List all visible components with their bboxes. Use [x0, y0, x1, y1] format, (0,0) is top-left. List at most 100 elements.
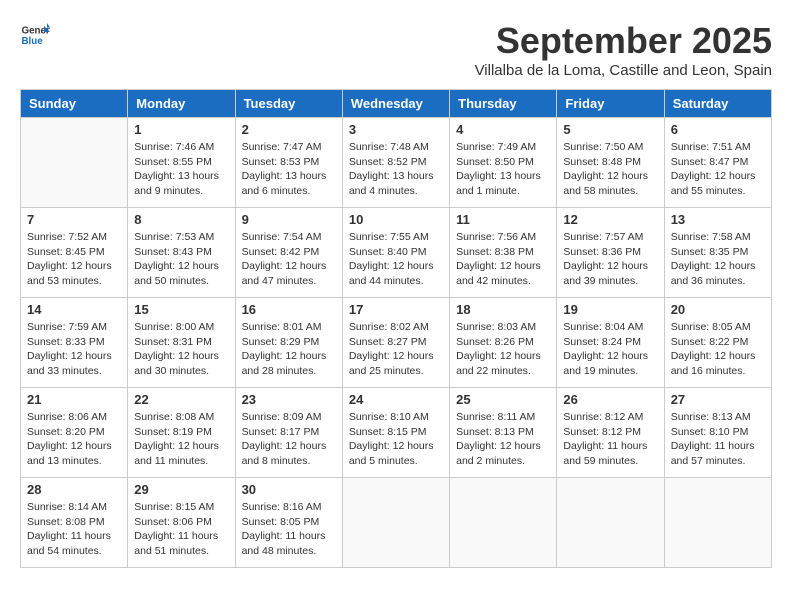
- calendar-cell: 5 Sunrise: 7:50 AM Sunset: 8:48 PM Daylig…: [557, 118, 664, 208]
- day-number: 7: [27, 212, 121, 227]
- calendar-cell: 28 Sunrise: 8:14 AM Sunset: 8:08 PM Dayli…: [21, 478, 128, 568]
- calendar-cell: 14 Sunrise: 7:59 AM Sunset: 8:33 PM Dayli…: [21, 298, 128, 388]
- day-number: 16: [242, 302, 336, 317]
- day-info: Sunrise: 8:12 AM Sunset: 8:12 PM Dayligh…: [563, 410, 657, 469]
- location-title: Villalba de la Loma, Castille and Leon, …: [475, 62, 772, 79]
- header-thursday: Thursday: [450, 90, 557, 118]
- day-number: 2: [242, 122, 336, 137]
- day-info: Sunrise: 7:47 AM Sunset: 8:53 PM Dayligh…: [242, 140, 336, 199]
- day-number: 20: [671, 302, 765, 317]
- day-number: 25: [456, 392, 550, 407]
- day-info: Sunrise: 8:02 AM Sunset: 8:27 PM Dayligh…: [349, 320, 443, 379]
- calendar-week-3: 14 Sunrise: 7:59 AM Sunset: 8:33 PM Dayli…: [21, 298, 772, 388]
- calendar-cell: 25 Sunrise: 8:11 AM Sunset: 8:13 PM Dayli…: [450, 388, 557, 478]
- day-info: Sunrise: 8:09 AM Sunset: 8:17 PM Dayligh…: [242, 410, 336, 469]
- calendar-cell: 3 Sunrise: 7:48 AM Sunset: 8:52 PM Daylig…: [342, 118, 449, 208]
- day-number: 11: [456, 212, 550, 227]
- day-info: Sunrise: 7:58 AM Sunset: 8:35 PM Dayligh…: [671, 230, 765, 289]
- calendar-cell: 23 Sunrise: 8:09 AM Sunset: 8:17 PM Dayli…: [235, 388, 342, 478]
- calendar-cell: 13 Sunrise: 7:58 AM Sunset: 8:35 PM Dayli…: [664, 208, 771, 298]
- calendar-cell: 20 Sunrise: 8:05 AM Sunset: 8:22 PM Dayli…: [664, 298, 771, 388]
- day-number: 1: [134, 122, 228, 137]
- day-number: 28: [27, 482, 121, 497]
- day-number: 5: [563, 122, 657, 137]
- calendar-cell: 6Sunrise: 7:51 AM Sunset: 8:47 PM Daylig…: [664, 118, 771, 208]
- calendar-cell: 10 Sunrise: 7:55 AM Sunset: 8:40 PM Dayli…: [342, 208, 449, 298]
- day-info: Sunrise: 8:10 AM Sunset: 8:15 PM Dayligh…: [349, 410, 443, 469]
- header-wednesday: Wednesday: [342, 90, 449, 118]
- day-info: Sunrise: 8:03 AM Sunset: 8:26 PM Dayligh…: [456, 320, 550, 379]
- calendar-cell: 18 Sunrise: 8:03 AM Sunset: 8:26 PM Dayli…: [450, 298, 557, 388]
- day-number: 14: [27, 302, 121, 317]
- month-title: September 2025: [475, 20, 772, 62]
- day-number: 17: [349, 302, 443, 317]
- day-info: Sunrise: 8:01 AM Sunset: 8:29 PM Dayligh…: [242, 320, 336, 379]
- day-number: 6: [671, 122, 765, 137]
- calendar-week-4: 21Sunrise: 8:06 AM Sunset: 8:20 PM Dayli…: [21, 388, 772, 478]
- calendar-cell: 24 Sunrise: 8:10 AM Sunset: 8:15 PM Dayli…: [342, 388, 449, 478]
- calendar-cell: 17 Sunrise: 8:02 AM Sunset: 8:27 PM Dayli…: [342, 298, 449, 388]
- day-info: Sunrise: 8:16 AM Sunset: 8:05 PM Dayligh…: [242, 500, 336, 559]
- calendar-cell: 15Sunrise: 8:00 AM Sunset: 8:31 PM Dayli…: [128, 298, 235, 388]
- calendar-cell: 27 Sunrise: 8:13 AM Sunset: 8:10 PM Dayli…: [664, 388, 771, 478]
- day-number: 13: [671, 212, 765, 227]
- day-number: 30: [242, 482, 336, 497]
- day-number: 24: [349, 392, 443, 407]
- calendar-cell: [557, 478, 664, 568]
- day-info: Sunrise: 7:50 AM Sunset: 8:48 PM Dayligh…: [563, 140, 657, 199]
- header-row: Sunday Monday Tuesday Wednesday Thursday…: [21, 90, 772, 118]
- calendar-cell: [21, 118, 128, 208]
- calendar-week-1: 1 Sunrise: 7:46 AM Sunset: 8:55 PM Daylig…: [21, 118, 772, 208]
- calendar-cell: 11 Sunrise: 7:56 AM Sunset: 8:38 PM Dayli…: [450, 208, 557, 298]
- calendar-cell: [664, 478, 771, 568]
- day-info: Sunrise: 7:57 AM Sunset: 8:36 PM Dayligh…: [563, 230, 657, 289]
- calendar-cell: 8 Sunrise: 7:53 AM Sunset: 8:43 PM Daylig…: [128, 208, 235, 298]
- day-number: 27: [671, 392, 765, 407]
- calendar-cell: [450, 478, 557, 568]
- day-number: 3: [349, 122, 443, 137]
- logo-icon: General Blue: [20, 20, 50, 50]
- calendar-cell: 22 Sunrise: 8:08 AM Sunset: 8:19 PM Dayli…: [128, 388, 235, 478]
- day-number: 8: [134, 212, 228, 227]
- day-info: Sunrise: 8:00 AM Sunset: 8:31 PM Dayligh…: [134, 320, 228, 379]
- day-info: Sunrise: 7:56 AM Sunset: 8:38 PM Dayligh…: [456, 230, 550, 289]
- day-number: 26: [563, 392, 657, 407]
- calendar-cell: 7Sunrise: 7:52 AM Sunset: 8:45 PM Daylig…: [21, 208, 128, 298]
- day-info: Sunrise: 7:55 AM Sunset: 8:40 PM Dayligh…: [349, 230, 443, 289]
- header-sunday: Sunday: [21, 90, 128, 118]
- day-info: Sunrise: 7:48 AM Sunset: 8:52 PM Dayligh…: [349, 140, 443, 199]
- day-info: Sunrise: 8:08 AM Sunset: 8:19 PM Dayligh…: [134, 410, 228, 469]
- day-number: 4: [456, 122, 550, 137]
- day-info: Sunrise: 7:49 AM Sunset: 8:50 PM Dayligh…: [456, 140, 550, 199]
- calendar-cell: 29 Sunrise: 8:15 AM Sunset: 8:06 PM Dayli…: [128, 478, 235, 568]
- header-monday: Monday: [128, 90, 235, 118]
- day-number: 10: [349, 212, 443, 227]
- calendar-cell: 9Sunrise: 7:54 AM Sunset: 8:42 PM Daylig…: [235, 208, 342, 298]
- day-number: 18: [456, 302, 550, 317]
- calendar-cell: 12 Sunrise: 7:57 AM Sunset: 8:36 PM Dayli…: [557, 208, 664, 298]
- title-section: September 2025 Villalba de la Loma, Cast…: [475, 20, 772, 79]
- day-info: Sunrise: 8:04 AM Sunset: 8:24 PM Dayligh…: [563, 320, 657, 379]
- day-number: 29: [134, 482, 228, 497]
- day-number: 23: [242, 392, 336, 407]
- day-info: Sunrise: 8:05 AM Sunset: 8:22 PM Dayligh…: [671, 320, 765, 379]
- day-info: Sunrise: 7:53 AM Sunset: 8:43 PM Dayligh…: [134, 230, 228, 289]
- day-number: 22: [134, 392, 228, 407]
- day-info: Sunrise: 8:11 AM Sunset: 8:13 PM Dayligh…: [456, 410, 550, 469]
- day-number: 12: [563, 212, 657, 227]
- calendar-cell: 30 Sunrise: 8:16 AM Sunset: 8:05 PM Dayli…: [235, 478, 342, 568]
- day-number: 19: [563, 302, 657, 317]
- day-info: Sunrise: 8:15 AM Sunset: 8:06 PM Dayligh…: [134, 500, 228, 559]
- day-info: Sunrise: 7:46 AM Sunset: 8:55 PM Dayligh…: [134, 140, 228, 199]
- day-info: Sunrise: 8:13 AM Sunset: 8:10 PM Dayligh…: [671, 410, 765, 469]
- day-info: Sunrise: 7:54 AM Sunset: 8:42 PM Dayligh…: [242, 230, 336, 289]
- day-info: Sunrise: 7:59 AM Sunset: 8:33 PM Dayligh…: [27, 320, 121, 379]
- logo: General Blue: [20, 20, 50, 50]
- header-tuesday: Tuesday: [235, 90, 342, 118]
- page-header: General Blue September 2025 Villalba de …: [20, 20, 772, 79]
- calendar-table: Sunday Monday Tuesday Wednesday Thursday…: [20, 89, 772, 568]
- day-info: Sunrise: 8:14 AM Sunset: 8:08 PM Dayligh…: [27, 500, 121, 559]
- calendar-cell: [342, 478, 449, 568]
- calendar-week-2: 7Sunrise: 7:52 AM Sunset: 8:45 PM Daylig…: [21, 208, 772, 298]
- calendar-cell: 16 Sunrise: 8:01 AM Sunset: 8:29 PM Dayli…: [235, 298, 342, 388]
